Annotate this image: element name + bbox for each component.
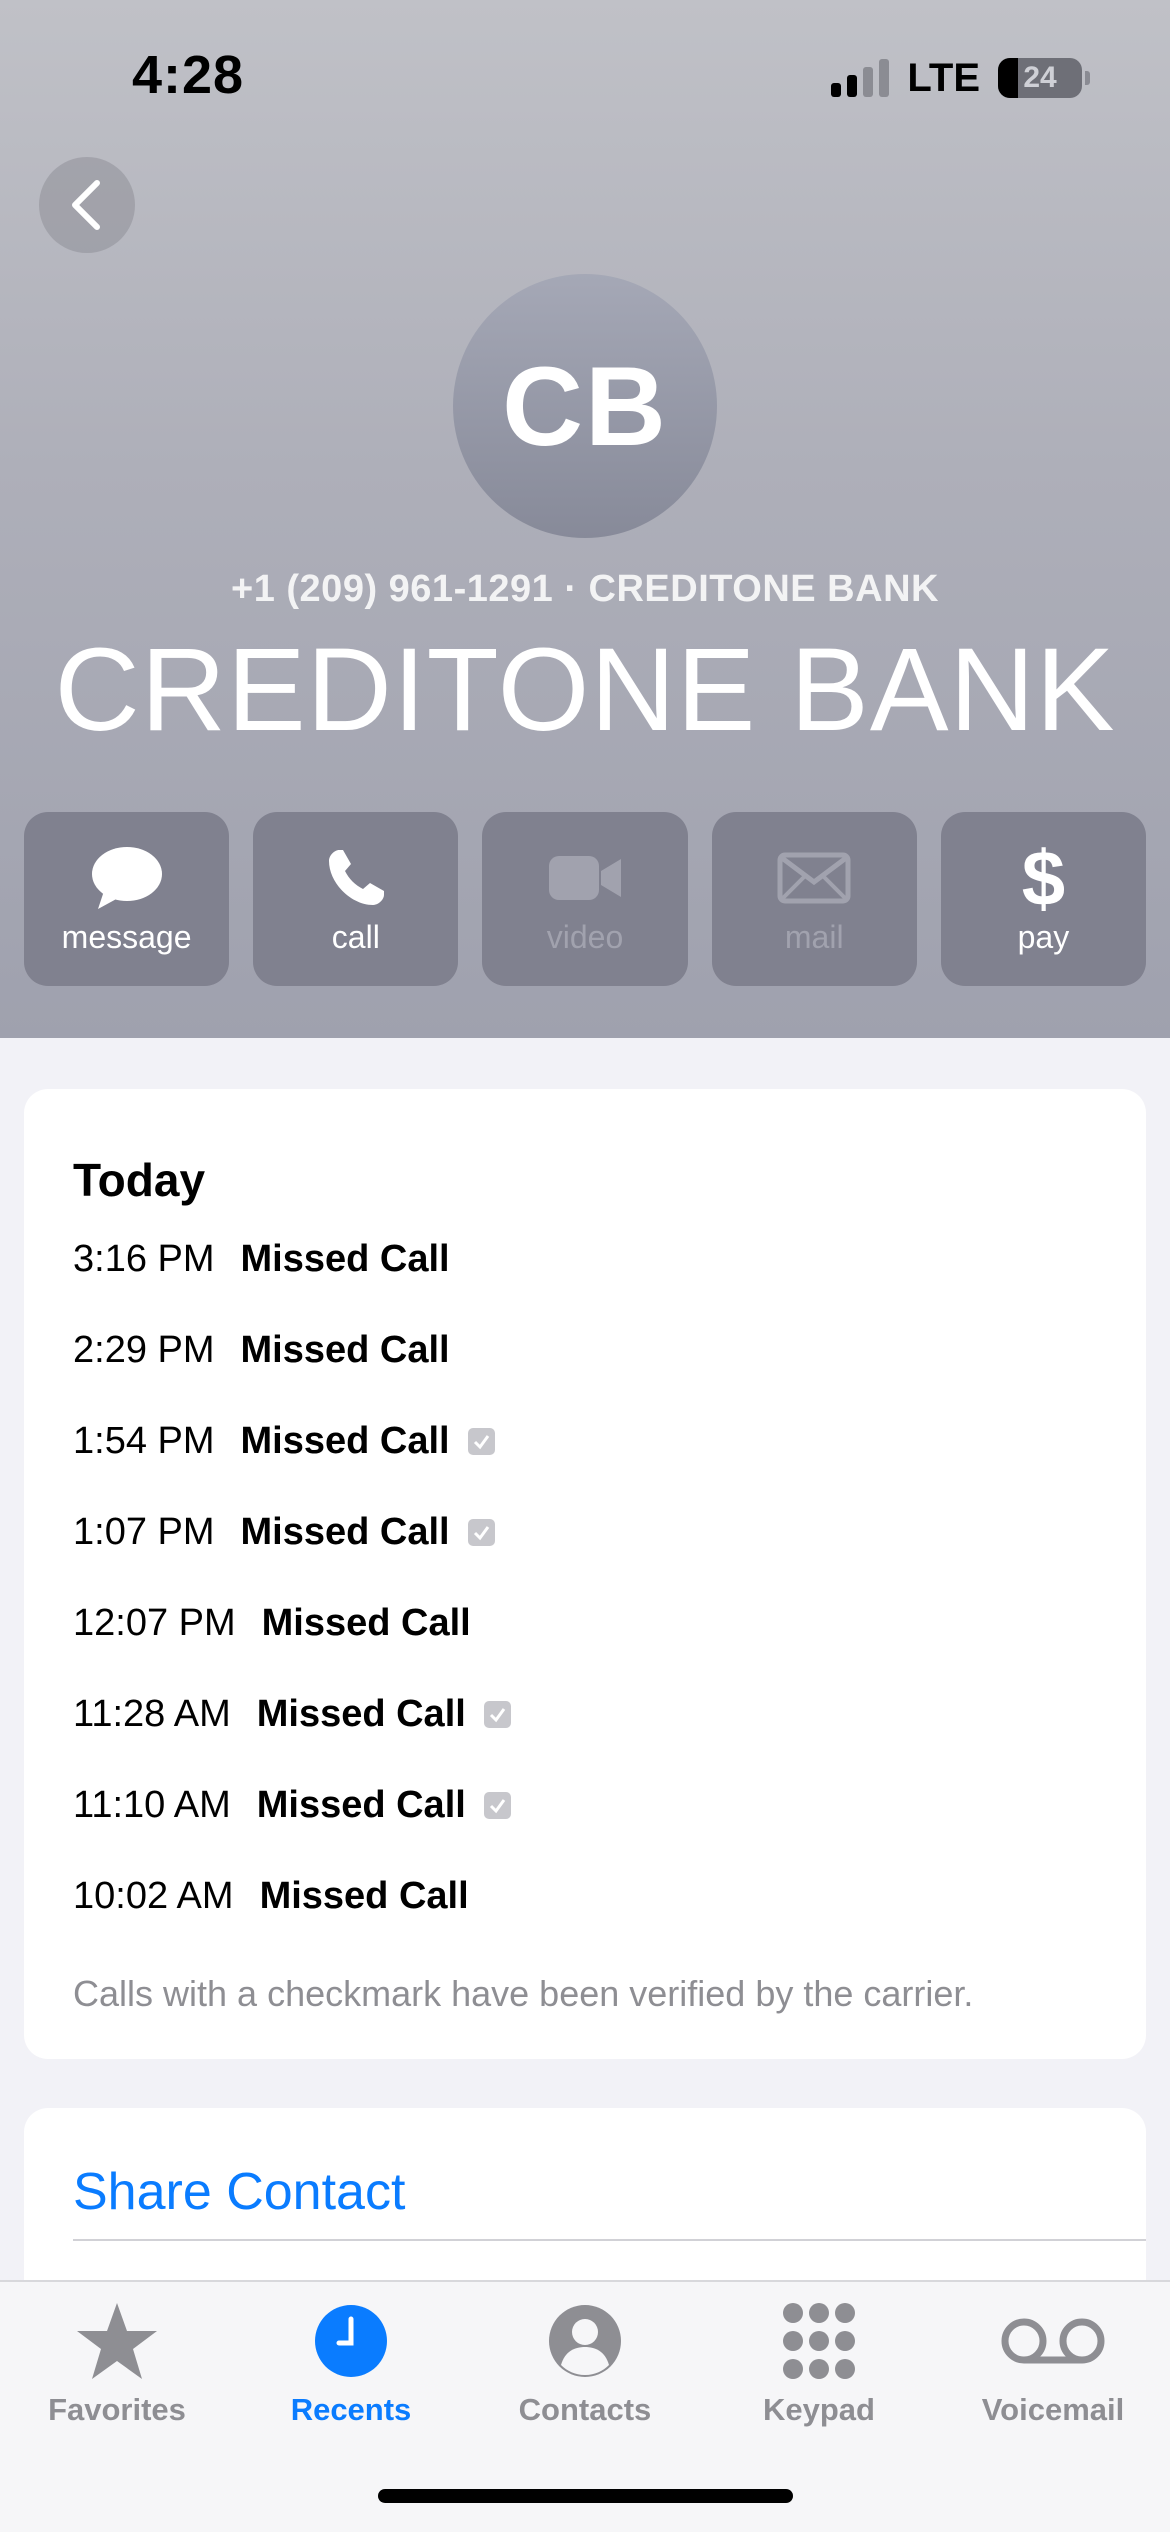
contact-header: 4:28 LTE 24 CB +1 (209) 961-1291 · CREDI…: [0, 0, 1170, 1038]
call-time: 1:54 PM: [73, 1419, 215, 1462]
verified-checkmark-icon: [467, 1427, 495, 1455]
call-type: Missed Call: [256, 1783, 466, 1826]
divider: [73, 2239, 1146, 2241]
call-time: 1:07 PM: [73, 1510, 215, 1553]
call-type: Missed Call: [240, 1237, 450, 1280]
action-buttons: message call video mail $ pay: [24, 812, 1147, 986]
status-indicators: LTE 24: [831, 56, 1090, 100]
call-row: 11:10 AM Missed Call: [73, 1775, 511, 1835]
video-camera-icon: [549, 855, 621, 900]
history-heading: Today: [73, 1154, 206, 1206]
call-type: Missed Call: [256, 1692, 466, 1735]
call-row: 2:29 PM Missed Call: [73, 1320, 450, 1380]
tab-label: Contacts: [518, 2392, 652, 2427]
call-row: 12:07 PM Missed Call: [73, 1593, 471, 1653]
envelope-icon: [777, 852, 851, 903]
call-row: 10:02 AM Missed Call: [73, 1866, 469, 1926]
pay-button[interactable]: $ pay: [940, 812, 1147, 986]
tab-favorites[interactable]: Favorites: [0, 2298, 234, 2438]
call-time: 2:29 PM: [73, 1328, 215, 1371]
video-button[interactable]: video: [482, 812, 688, 986]
chevron-left-icon: [72, 180, 100, 230]
tab-label: Recents: [290, 2392, 412, 2427]
video-label: video: [546, 918, 624, 955]
verification-note: Calls with a checkmark have been verifie…: [73, 1973, 974, 2014]
battery-icon: 24: [998, 58, 1082, 98]
message-button[interactable]: message: [24, 812, 230, 986]
call-time: 10:02 AM: [73, 1874, 234, 1917]
keypad-icon: [783, 2303, 855, 2379]
battery-level: 24: [1023, 61, 1057, 94]
call-type: Missed Call: [240, 1510, 450, 1553]
call-row: 11:28 AM Missed Call: [73, 1684, 511, 1744]
mail-button[interactable]: mail: [711, 812, 917, 986]
call-type: Missed Call: [261, 1601, 471, 1644]
call-history-card: Today 3:16 PM Missed Call 2:29 PM Missed…: [24, 1089, 1146, 2059]
verified-checkmark-icon: [483, 1791, 511, 1819]
tab-recents[interactable]: Recents: [234, 2298, 468, 2438]
call-time: 11:28 AM: [73, 1692, 231, 1735]
phone-icon: [328, 849, 384, 905]
contact-name: CREDITONE BANK: [54, 624, 1116, 756]
call-row: 3:16 PM Missed Call: [73, 1229, 450, 1289]
message-bubble-icon: [91, 846, 162, 909]
call-button[interactable]: call: [253, 812, 459, 986]
tab-bar: Favorites Recents Contacts Keypad Voicem…: [0, 2280, 1170, 2532]
battery-tip: [1085, 71, 1090, 85]
call-time: 11:10 AM: [73, 1783, 231, 1826]
call-type: Missed Call: [240, 1328, 450, 1371]
verified-checkmark-icon: [483, 1700, 511, 1728]
tab-voicemail[interactable]: Voicemail: [936, 2298, 1170, 2438]
star-icon: [77, 2303, 157, 2379]
avatar: CB: [453, 274, 717, 538]
person-circle-icon: [549, 2305, 621, 2377]
home-indicator[interactable]: [378, 2489, 793, 2503]
tab-label: Favorites: [48, 2392, 186, 2427]
call-row: 1:07 PM Missed Call: [73, 1502, 495, 1562]
call-row: 1:54 PM Missed Call: [73, 1411, 495, 1471]
call-type: Missed Call: [240, 1419, 450, 1462]
tab-label: Keypad: [763, 2392, 875, 2427]
call-type: Missed Call: [259, 1874, 469, 1917]
cellular-signal-icon: [831, 59, 890, 97]
voicemail-icon: [1001, 2318, 1105, 2364]
back-button[interactable]: [39, 157, 135, 253]
share-contact-button[interactable]: Share Contact: [73, 2162, 405, 2222]
clock-icon: [315, 2305, 387, 2377]
verified-checkmark-icon: [467, 1518, 495, 1546]
tab-label: Voicemail: [981, 2392, 1125, 2427]
contact-subtitle: +1 (209) 961-1291 · CREDITONE BANK: [231, 568, 939, 610]
status-time: 4:28: [132, 45, 245, 105]
tab-keypad[interactable]: Keypad: [702, 2298, 936, 2438]
pay-label: pay: [1017, 918, 1070, 955]
network-type: LTE: [907, 55, 980, 100]
call-time: 12:07 PM: [73, 1601, 236, 1644]
message-label: message: [61, 918, 192, 955]
call-time: 3:16 PM: [73, 1237, 215, 1280]
tab-contacts[interactable]: Contacts: [468, 2298, 702, 2438]
call-label: call: [331, 918, 380, 955]
mail-label: mail: [784, 918, 844, 955]
dollar-icon: $: [1021, 833, 1066, 922]
